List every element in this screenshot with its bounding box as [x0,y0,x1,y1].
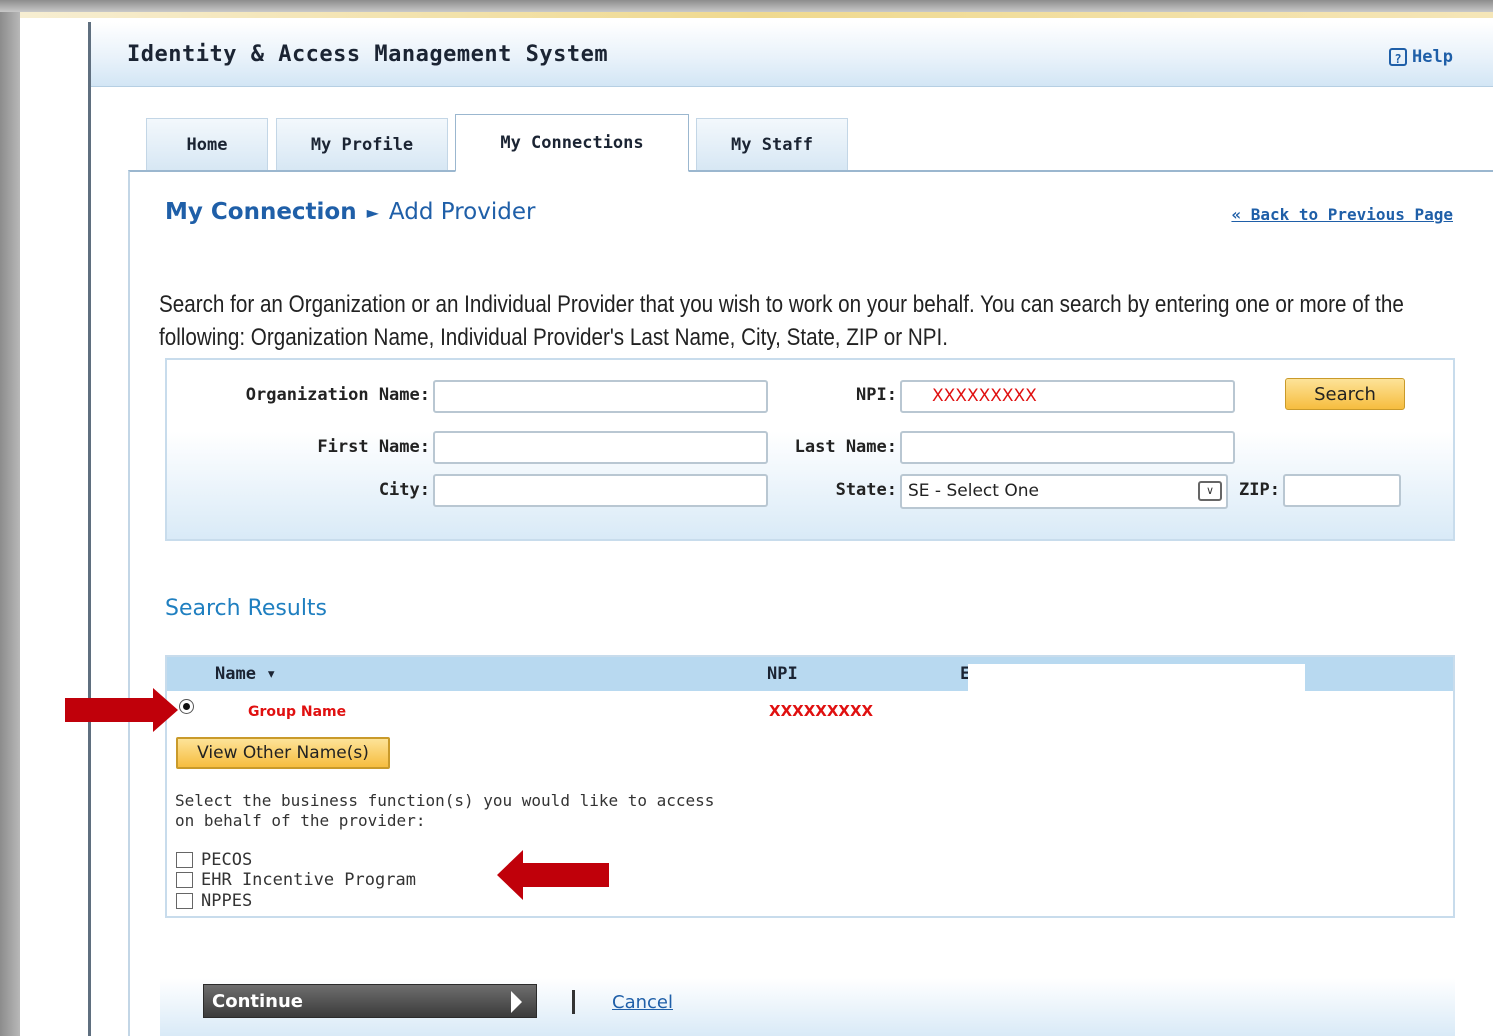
state-select-value: SE - Select One [908,481,1039,501]
zip-input[interactable] [1283,474,1401,507]
app-left-border [88,22,91,1036]
screenshot-frame-top [0,0,1493,12]
last-name-label: Last Name: [794,437,897,457]
help-icon: ? [1389,48,1408,66]
npi-input[interactable]: XXXXXXXXX [900,380,1235,413]
tab-my-connections[interactable]: My Connections [455,114,689,172]
intro-text: Search for an Organization or an Individ… [159,291,1404,351]
redaction-box [968,664,1305,716]
search-results-title: Search Results [165,596,328,621]
annotation-arrow-left-icon [497,850,609,900]
result-group-name: Group Name [248,704,347,720]
result-npi: XXXXXXXXX [769,702,874,720]
city-label: City: [378,480,430,500]
cancel-link[interactable]: Cancel [612,992,673,1013]
state-select[interactable]: SE - Select One ∨ [900,474,1228,509]
tab-my-staff[interactable]: My Staff [696,118,848,170]
last-name-input[interactable] [900,431,1235,464]
footer-separator [572,990,575,1014]
function-label-ehr: EHR Incentive Program [201,870,416,890]
breadcrumb-current: Add Provider [388,199,536,225]
npi-label: NPI: [856,385,897,405]
continue-label: Continue [212,990,304,1012]
tab-home[interactable]: Home [146,118,268,170]
function-option-ehr: EHR Incentive Program [176,870,416,890]
first-name-input[interactable] [433,431,768,464]
back-to-previous-link[interactable]: « Back to Previous Page [1231,205,1453,224]
function-option-nppes: NPPES [176,891,252,911]
checkbox-ehr[interactable] [176,872,193,888]
checkbox-nppes[interactable] [176,893,193,909]
city-input[interactable] [433,474,768,507]
annotation-arrow-right-icon [65,688,178,732]
continue-button[interactable]: Continue [203,984,537,1018]
zip-label: ZIP: [1239,480,1280,500]
breadcrumb-parent[interactable]: My Connection [165,199,357,225]
function-prompt-line-2: on behalf of the provider: [175,811,426,830]
chevron-down-icon[interactable]: ∨ [1198,481,1222,501]
function-prompt: Select the business function(s) you woul… [175,791,714,831]
column-header-name[interactable]: Name ▾ [215,664,276,684]
breadcrumb: My Connection ► Add Provider [165,199,535,225]
first-name-label: First Name: [317,437,430,457]
view-other-names-button[interactable]: View Other Name(s) [176,737,390,769]
function-label-pecos: PECOS [201,850,253,870]
state-label: State: [835,480,897,500]
result-select-radio[interactable] [179,699,194,714]
column-header-npi: NPI [767,664,798,684]
checkbox-pecos[interactable] [176,852,193,868]
breadcrumb-separator-icon: ► [366,202,379,222]
help-link[interactable]: ? Help [1389,47,1453,67]
function-option-pecos: PECOS [176,850,252,870]
org-name-label: Organization Name: [245,385,430,405]
screenshot-frame-left [0,0,20,1036]
function-prompt-line-1: Select the business function(s) you woul… [175,791,715,810]
function-label-nppes: NPPES [201,891,253,911]
play-arrow-icon [511,991,522,1013]
help-label: Help [1412,47,1453,67]
search-button[interactable]: Search [1285,378,1405,410]
app-title: Identity & Access Management System [127,42,609,67]
tab-my-profile[interactable]: My Profile [276,118,448,170]
org-name-input[interactable] [433,380,768,413]
